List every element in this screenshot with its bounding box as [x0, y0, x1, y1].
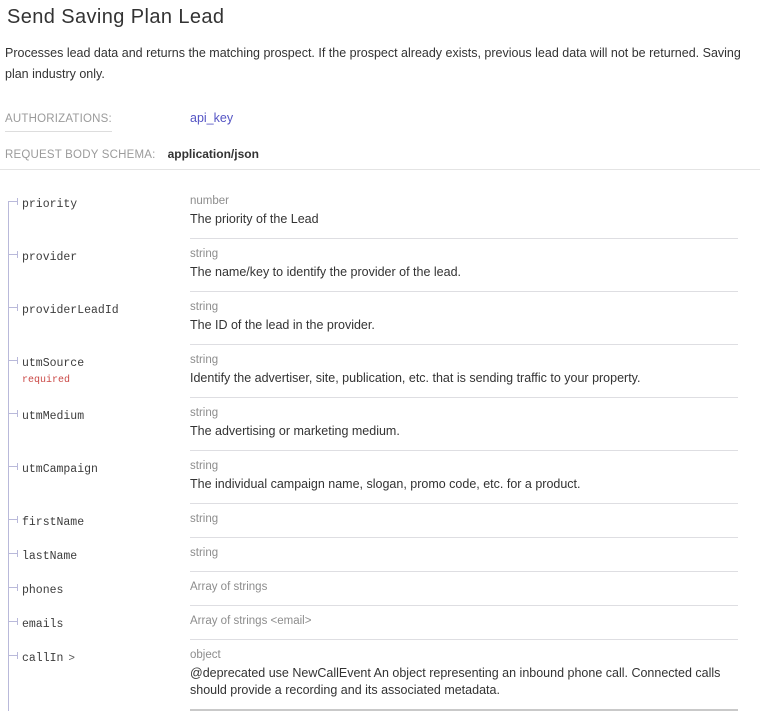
field-detail-cell: string: [190, 504, 738, 538]
field-name-cell: providerLeadId: [5, 292, 190, 318]
section-divider: [0, 169, 760, 170]
page-title: Send Saving Plan Lead: [7, 6, 225, 28]
field-type: string: [190, 248, 219, 260]
api-key-link[interactable]: api_key: [190, 111, 233, 125]
tree-branch-icon: [8, 410, 18, 417]
field-type: string: [190, 354, 219, 366]
field-detail-cell: string The name/key to identify the prov…: [190, 239, 738, 292]
field-type: string: [190, 460, 219, 472]
field-row-emails: emails Array of strings <email>: [5, 606, 760, 640]
field-name: utmMedium: [22, 410, 85, 423]
field-detail-cell: string: [190, 538, 738, 572]
field-type: Array of strings <email>: [190, 615, 312, 627]
field-name: lastName: [22, 550, 78, 563]
field-name: utmCampaign: [22, 463, 98, 476]
field-name: providerLeadId: [22, 304, 119, 317]
field-name: priority: [22, 198, 78, 211]
field-description: @deprecated use NewCallEvent An object r…: [190, 666, 721, 697]
tree-branch-icon: [8, 357, 18, 364]
content-type-value: application/json: [167, 147, 259, 161]
field-description: The individual campaign name, slogan, pr…: [190, 477, 581, 491]
field-description: Identify the advertiser, site, publicati…: [190, 371, 641, 385]
field-description: The advertising or marketing medium.: [190, 424, 400, 438]
request-body-schema-label: REQUEST BODY SCHEMA:: [5, 149, 156, 161]
field-name: utmSource: [22, 357, 85, 370]
field-name-cell: emails: [5, 606, 190, 632]
field-type: string: [190, 547, 219, 559]
tree-branch-icon: [8, 652, 18, 659]
field-row-utmCampaign: utmCampaign string The individual campai…: [5, 451, 760, 504]
authorizations-label: AUTHORIZATIONS:: [5, 113, 112, 132]
field-name: emails: [22, 618, 64, 631]
tree-branch-icon: [8, 584, 18, 591]
field-detail-cell: string Identify the advertiser, site, pu…: [190, 345, 738, 398]
field-name-cell: utmMedium: [5, 398, 190, 424]
field-row-utmMedium: utmMedium string The advertising or mark…: [5, 398, 760, 451]
field-type: string: [190, 407, 219, 419]
tree-branch-icon: [8, 463, 18, 470]
field-row-callIn: callIn > object @deprecated use NewCallEv…: [5, 640, 760, 711]
request-body-schema-row: REQUEST BODY SCHEMA: application/json: [5, 147, 760, 161]
field-row-provider: provider string The name/key to identify…: [5, 239, 760, 292]
field-detail-cell: Array of strings: [190, 572, 738, 606]
field-detail-cell: object @deprecated use NewCallEvent An o…: [190, 640, 738, 711]
tree-branch-icon: [8, 251, 18, 258]
tree-branch-icon: [8, 618, 18, 625]
schema-fields-table: priority number The priority of the Lead…: [5, 186, 760, 711]
field-row-phones: phones Array of strings: [5, 572, 760, 606]
field-name: provider: [22, 251, 78, 264]
field-name-cell: phones: [5, 572, 190, 598]
tree-branch-icon: [8, 198, 18, 205]
required-badge: required: [22, 375, 71, 386]
tree-branch-icon: [8, 550, 18, 557]
field-detail-cell: string The individual campaign name, slo…: [190, 451, 738, 504]
field-type: object: [190, 649, 221, 661]
field-name-cell: firstName: [5, 504, 190, 530]
field-description: The name/key to identify the provider of…: [190, 265, 461, 279]
field-name-cell: lastName: [5, 538, 190, 564]
authorizations-label-box: AUTHORIZATIONS:: [5, 109, 190, 132]
api-operation-panel: Send Saving Plan Lead Processes lead dat…: [0, 0, 760, 711]
operation-description: Processes lead data and returns the matc…: [5, 46, 741, 81]
field-row-utmSource: utmSource required string Identify the a…: [5, 345, 760, 398]
field-row-providerLeadId: providerLeadId string The ID of the lead…: [5, 292, 760, 345]
field-name-cell: priority: [5, 186, 190, 212]
field-detail-cell: Array of strings <email>: [190, 606, 738, 640]
field-type: string: [190, 301, 219, 313]
field-name[interactable]: callIn: [22, 652, 63, 665]
field-row-firstName: firstName string: [5, 504, 760, 538]
field-type: Array of strings: [190, 581, 268, 593]
field-name: firstName: [22, 516, 85, 529]
field-description: The priority of the Lead: [190, 212, 319, 226]
field-description: The ID of the lead in the provider.: [190, 318, 375, 332]
field-name-cell: provider: [5, 239, 190, 265]
field-type: number: [190, 195, 229, 207]
field-detail-cell: string The ID of the lead in the provide…: [190, 292, 738, 345]
field-row-priority: priority number The priority of the Lead: [5, 186, 760, 239]
field-name: phones: [22, 584, 64, 597]
field-name-cell: utmSource required: [5, 345, 190, 387]
tree-branch-icon: [8, 516, 18, 523]
field-name-cell: callIn >: [5, 640, 190, 666]
field-name-cell: utmCampaign: [5, 451, 190, 477]
field-row-lastName: lastName string: [5, 538, 760, 572]
field-detail-cell: number The priority of the Lead: [190, 186, 738, 239]
field-detail-cell: string The advertising or marketing medi…: [190, 398, 738, 451]
field-type: string: [190, 513, 219, 525]
tree-branch-icon: [8, 304, 18, 311]
expand-icon[interactable]: >: [68, 653, 75, 665]
authorizations-row: AUTHORIZATIONS: api_key: [5, 109, 760, 132]
